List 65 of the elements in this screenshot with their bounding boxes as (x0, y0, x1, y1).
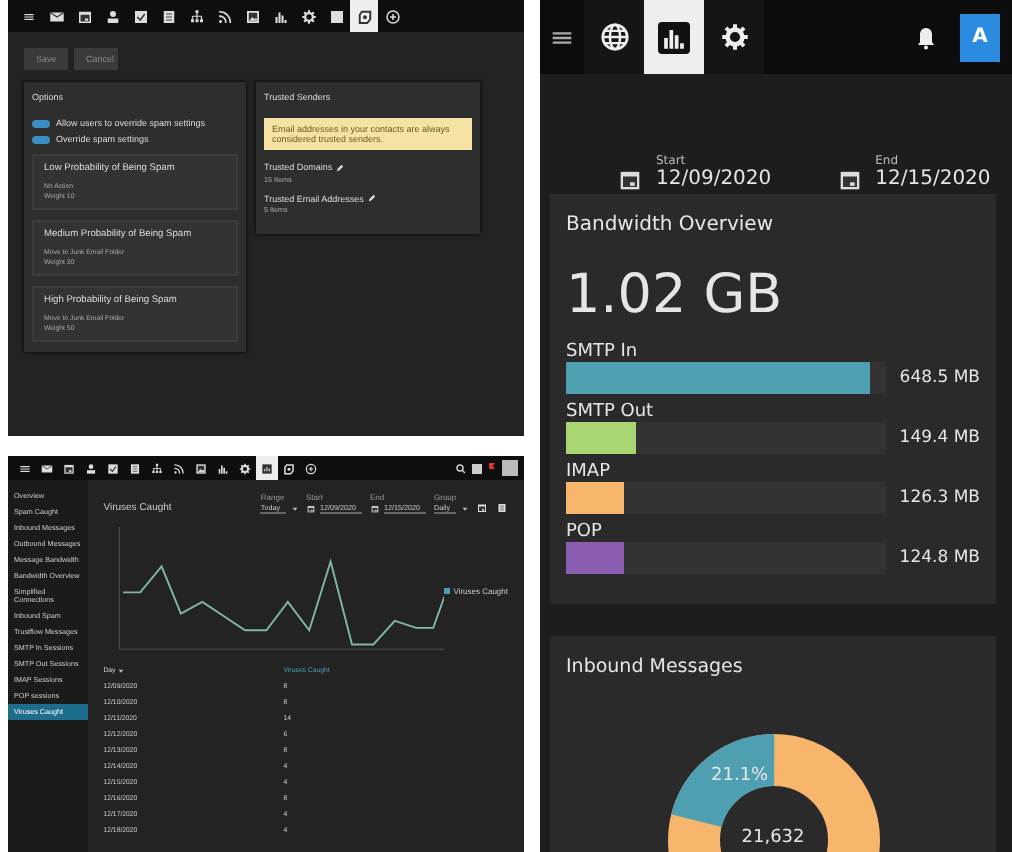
total-count: 21,632 (741, 828, 805, 848)
series-label: SMTP Out (566, 402, 656, 422)
picture-icon (243, 7, 261, 25)
bandwidth-reading: 149.4 MB (899, 428, 980, 448)
series-label: SMTP In (566, 342, 640, 362)
settings-icon (299, 7, 317, 25)
date-field[interactable]: 12/09/2020 (656, 168, 772, 194)
calendar-icon (616, 166, 644, 194)
picture-icon (194, 461, 208, 475)
bandwidth-reading: 648.5 MB (899, 368, 980, 388)
person-icon (84, 461, 98, 475)
envelope-icon (47, 7, 65, 25)
bandwidth-reading: 124.8 MB (899, 548, 980, 568)
pencil-icon[interactable] (336, 163, 345, 171)
hierarchy-icon (187, 7, 205, 25)
series-label: POP (566, 522, 604, 542)
shield-icon (355, 7, 373, 25)
calendar-icon (476, 502, 488, 514)
avatar[interactable]: A (960, 13, 1000, 61)
bandwidth-reading: 126.3 MB (899, 488, 980, 508)
flag-icon[interactable] (488, 462, 496, 474)
bar-chart-icon (271, 7, 289, 25)
bar-chart-icon (216, 461, 230, 475)
rss-icon (215, 7, 233, 25)
caret-icon (462, 506, 468, 512)
bar-chart-icon (658, 21, 690, 53)
person-icon (103, 7, 121, 25)
document-icon (496, 502, 508, 514)
document-icon (159, 7, 177, 25)
calendar-icon (370, 504, 380, 514)
shield-icon (282, 461, 296, 475)
envelope-icon (40, 461, 54, 475)
plus-circle-icon (383, 7, 401, 25)
settings-icon (717, 20, 751, 54)
card-title: Bandwidth Overview (566, 214, 775, 236)
plus-circle-icon (304, 461, 318, 475)
settings-icon (238, 461, 252, 475)
toggle-switch[interactable] (32, 119, 50, 127)
document-icon (128, 461, 142, 475)
caret-icon (292, 506, 298, 512)
calendar-icon (306, 504, 316, 514)
calendar-icon (835, 166, 864, 194)
calendar-icon (75, 7, 93, 25)
series-label: IMAP (566, 462, 613, 482)
search-icon[interactable] (456, 463, 466, 473)
calendar-icon (62, 461, 76, 475)
menu-icon (21, 9, 35, 23)
checkbox-icon (106, 461, 120, 475)
pencil-icon[interactable] (367, 194, 376, 202)
card-title: Inbound Messages (566, 656, 743, 678)
globe-icon (597, 20, 631, 54)
total-value: 1.02 GB (566, 264, 785, 326)
caret-icon (117, 667, 124, 673)
legend-swatch (443, 587, 450, 593)
nav-tab[interactable] (644, 0, 704, 74)
date-field[interactable]: 12/15/2020 (875, 168, 991, 194)
bell-icon[interactable] (916, 25, 936, 49)
percent-label: 21.1% (711, 766, 769, 786)
hierarchy-icon (150, 461, 164, 475)
rss-icon (172, 461, 186, 475)
menu-icon (18, 461, 32, 475)
toolbar-button[interactable] (256, 456, 278, 480)
checkbox-icon (131, 7, 149, 25)
toolbar-button[interactable] (350, 0, 378, 32)
toggle-switch[interactable] (32, 135, 50, 143)
